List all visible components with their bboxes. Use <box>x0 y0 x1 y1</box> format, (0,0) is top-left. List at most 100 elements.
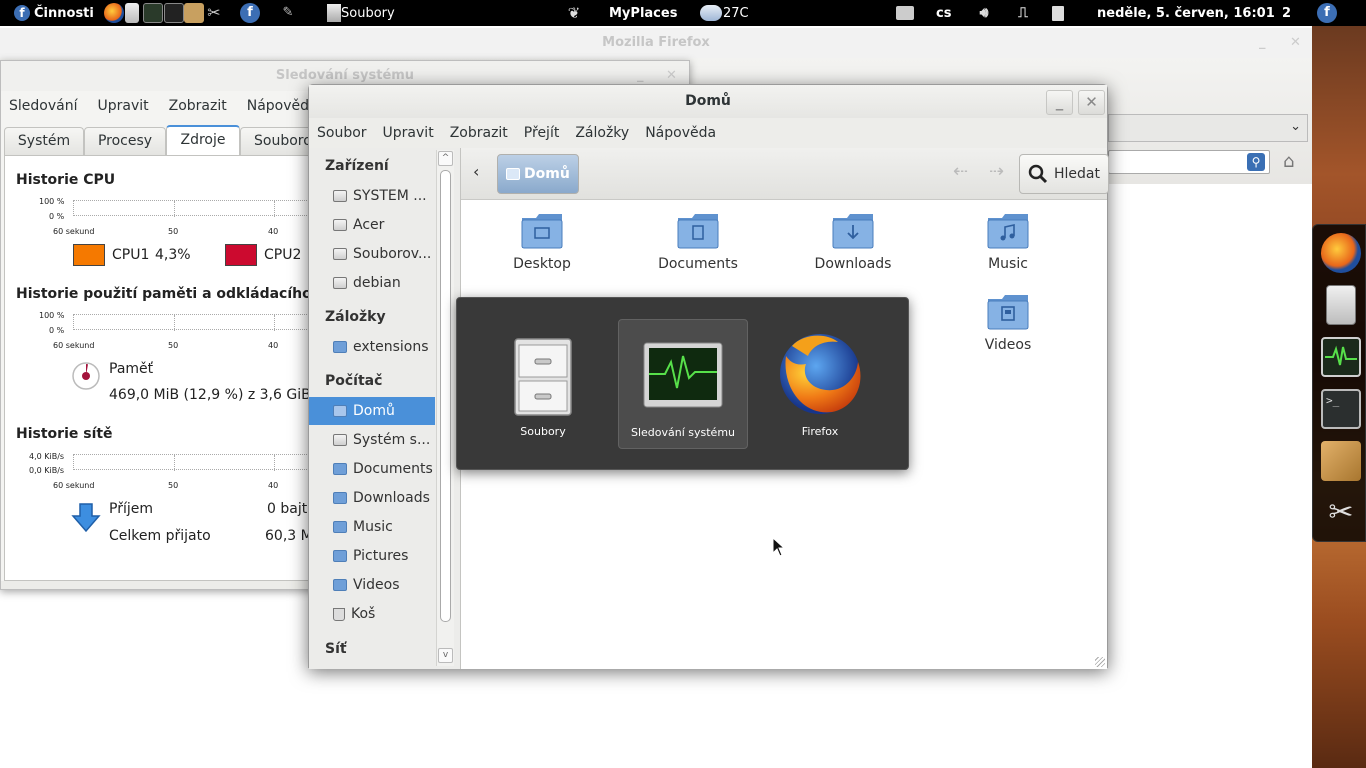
menu-napoveda[interactable]: Nápověda <box>247 98 318 114</box>
menu-soubor[interactable]: Soubor <box>317 125 367 141</box>
dash-panel: >_ ✂ <box>1312 224 1366 542</box>
minimize-button[interactable]: _ <box>1046 90 1073 115</box>
home-icon[interactable]: ⌂ <box>1283 152 1303 172</box>
scroll-up-icon[interactable]: ^ <box>438 151 453 166</box>
gnome-foot-icon[interactable]: ❦ <box>564 3 584 23</box>
weather-indicator[interactable]: 27C <box>700 0 749 26</box>
terminal-icon[interactable]: >_ <box>1321 389 1361 429</box>
tab-resources[interactable]: Zdroje <box>166 125 240 156</box>
places-sidebar: Zařízení SYSTEM ... Acer Souborov... deb… <box>309 148 461 669</box>
menu-zalozky[interactable]: Záložky <box>575 125 629 141</box>
folder-label: Desktop <box>513 256 571 272</box>
clock-label: neděle, 5. červen, 16:01 <box>1097 5 1275 21</box>
devices-heading: Zařízení <box>325 158 389 174</box>
focused-app-menu[interactable]: Soubory <box>327 0 395 26</box>
workspace-indicator[interactable]: 2 <box>1282 0 1291 26</box>
sidebar-item-label: Documents <box>353 461 433 477</box>
menu-upravit[interactable]: Upravit <box>97 98 148 114</box>
system-monitor-icon <box>643 342 723 408</box>
memory-graph <box>73 314 313 331</box>
sidebar-item-filesystem[interactable]: Souborov... <box>309 240 435 268</box>
folder-music[interactable]: Music <box>948 210 1068 272</box>
minimize-button[interactable]: _ <box>1259 28 1266 58</box>
back-arrow-icon[interactable]: ⇠ <box>953 161 968 182</box>
tab-list-dropdown[interactable]: ⌄ <box>1108 114 1308 142</box>
close-button[interactable]: ✕ <box>1078 90 1105 115</box>
scrollbar-thumb[interactable] <box>440 170 451 622</box>
battery-icon[interactable] <box>1052 6 1064 21</box>
menu-zobrazit[interactable]: Zobrazit <box>450 125 508 141</box>
search-icon[interactable]: ⚲ <box>1247 153 1265 171</box>
switcher-item-system-monitor[interactable]: Sledování systému <box>618 319 748 449</box>
clock[interactable]: neděle, 5. červen, 16:01 <box>1097 0 1275 26</box>
downloads-folder-icon <box>333 492 347 504</box>
trash-icon <box>333 607 345 621</box>
firefox-icon[interactable] <box>1321 233 1361 273</box>
sidebar-item-downloads[interactable]: Downloads <box>309 484 435 512</box>
packages-launcher-icon[interactable] <box>184 3 204 23</box>
sidebar-item-system[interactable]: SYSTEM ... <box>309 182 435 210</box>
keyboard-layout-indicator[interactable]: cs <box>936 0 951 26</box>
files-launcher-icon[interactable] <box>125 3 139 23</box>
menu-prejit[interactable]: Přejít <box>524 125 560 141</box>
sidebar-item-pictures[interactable]: Pictures <box>309 542 435 570</box>
sidebar-item-videos[interactable]: Videos <box>309 571 435 599</box>
sidebar-scrollbar[interactable]: ^ v <box>436 150 454 666</box>
close-button[interactable]: ✕ <box>1290 28 1301 58</box>
system-monitor-launcher-icon[interactable] <box>143 3 163 23</box>
switcher-label: Sledování systému <box>630 426 736 439</box>
forward-arrow-icon[interactable]: ⇢ <box>989 161 1004 182</box>
tab-system[interactable]: Systém <box>4 127 84 155</box>
folder-indicator-icon[interactable] <box>896 6 914 20</box>
firefox-launcher-icon[interactable] <box>104 3 124 23</box>
search-button[interactable]: Hledat <box>1019 154 1109 194</box>
myplaces-menu[interactable]: MyPlaces <box>609 0 677 26</box>
network-icon[interactable]: ⎍ <box>1013 3 1033 23</box>
packages-icon[interactable] <box>1321 441 1361 481</box>
files-icon[interactable] <box>1326 285 1356 325</box>
sidebar-item-acer[interactable]: Acer <box>309 211 435 239</box>
cpu2-color-swatch[interactable] <box>225 244 257 266</box>
network-y-top: 4,0 KiB/s <box>29 452 65 461</box>
switcher-label: Firefox <box>801 425 839 438</box>
breadcrumb[interactable]: Domů <box>497 154 579 194</box>
resize-grip-icon[interactable] <box>1095 657 1105 667</box>
tools-launcher-icon[interactable]: ✂ <box>204 3 224 23</box>
sidebar-item-extensions[interactable]: extensions <box>309 333 435 361</box>
memory-x-label-40: 40 <box>268 341 279 350</box>
menu-zobrazit[interactable]: Zobrazit <box>169 98 227 114</box>
pen-launcher-icon[interactable]: ✎ <box>278 3 298 23</box>
switcher-item-files[interactable]: Soubory <box>478 319 608 449</box>
cpu-history-heading: Historie CPU <box>16 172 116 188</box>
system-monitor-icon[interactable] <box>1321 337 1361 377</box>
sidebar-item-home[interactable]: Domů <box>309 397 435 425</box>
activities-button[interactable]: f Činnosti <box>14 0 94 26</box>
tools-icon[interactable]: ✂ <box>1321 493 1361 533</box>
sidebar-item-music[interactable]: Music <box>309 513 435 541</box>
sidebar-item-trash[interactable]: Koš <box>309 600 435 628</box>
volume-icon[interactable]: 🔊︎ <box>974 3 994 23</box>
menu-sledovani[interactable]: Sledování <box>9 98 77 114</box>
folder-desktop[interactable]: Desktop <box>482 210 602 272</box>
folder-videos[interactable]: Videos <box>948 291 1068 353</box>
menu-upravit[interactable]: Upravit <box>383 125 434 141</box>
cpu1-color-swatch[interactable] <box>73 244 105 266</box>
switcher-item-firefox[interactable]: Firefox <box>755 319 885 449</box>
network-graph <box>73 454 313 471</box>
folder-downloads[interactable]: Downloads <box>793 210 913 272</box>
folder-documents[interactable]: Documents <box>638 210 758 272</box>
fedora-launcher-icon[interactable]: f <box>240 3 260 23</box>
sidebar-item-documents[interactable]: Documents <box>309 455 435 483</box>
network-receive-label: Příjem <box>109 501 153 517</box>
sidebar-item-system-fs[interactable]: Systém s... <box>309 426 435 454</box>
activities-label: Činnosti <box>34 5 94 21</box>
fedora-user-icon[interactable]: f <box>1317 3 1337 23</box>
menu-napoveda[interactable]: Nápověda <box>645 125 716 141</box>
scroll-down-icon[interactable]: v <box>438 648 453 663</box>
tab-processes[interactable]: Procesy <box>84 127 166 155</box>
cpu2-label: CPU2 <box>264 247 302 263</box>
terminal-launcher-icon[interactable] <box>164 3 184 23</box>
sidebar-item-debian[interactable]: debian <box>309 269 435 297</box>
chevron-left-icon[interactable]: ‹ <box>473 162 479 181</box>
search-bar[interactable]: ⚲ <box>1108 150 1270 174</box>
